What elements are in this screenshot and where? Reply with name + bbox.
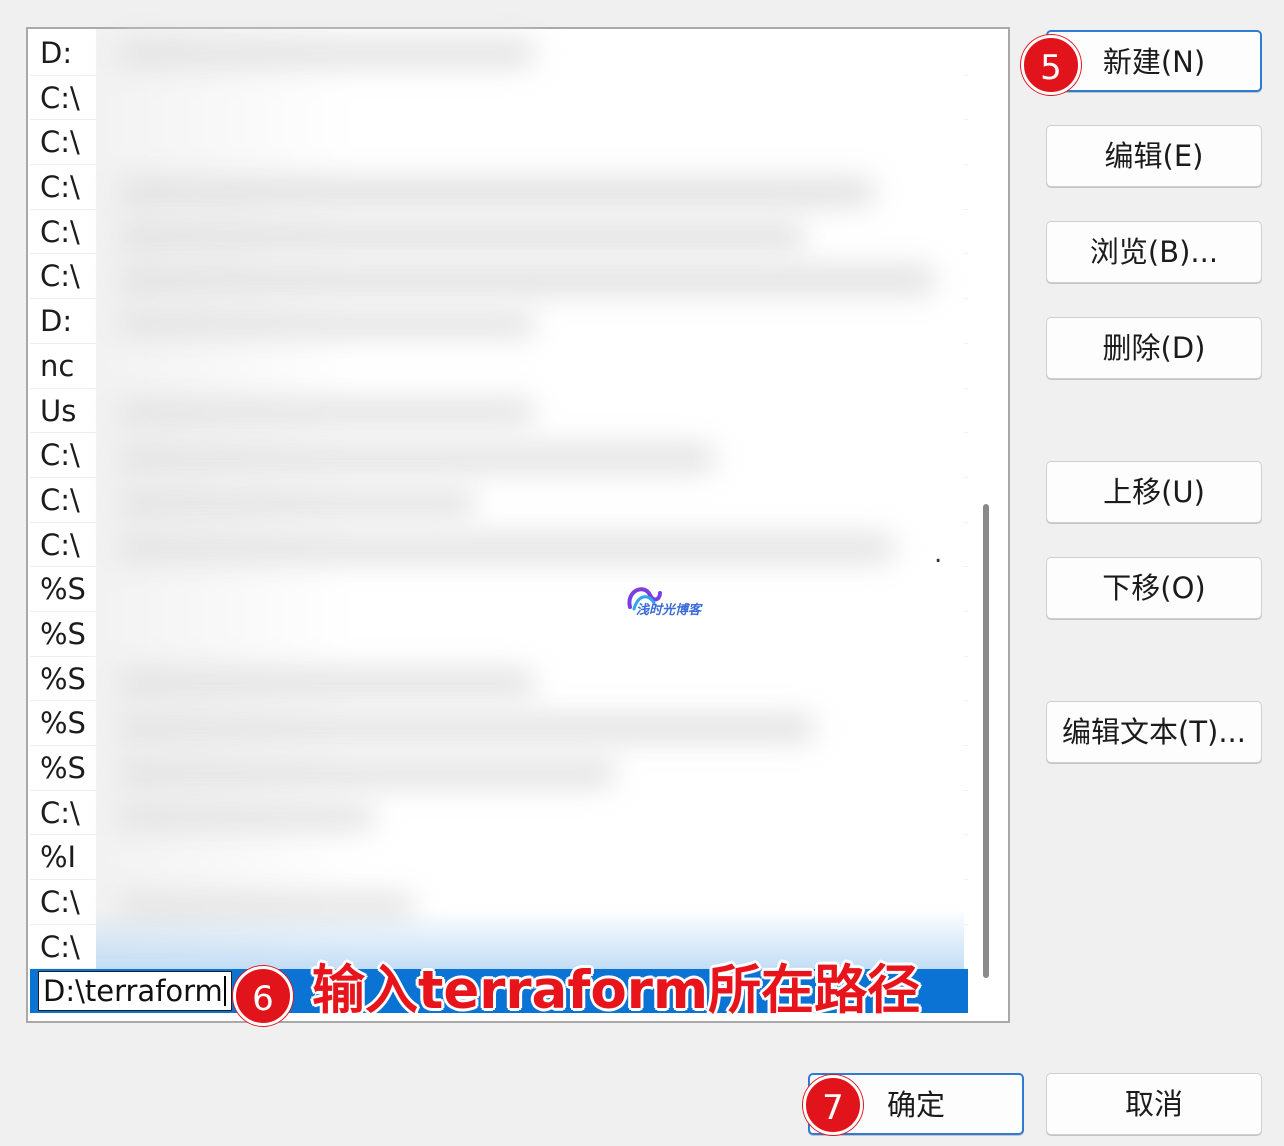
path-row-text: %S: [40, 706, 86, 741]
row-trailing-mark: .: [934, 539, 943, 569]
path-row-text: D:: [40, 304, 73, 339]
edit-button[interactable]: 编辑(E): [1046, 125, 1262, 187]
path-row-text: %S: [40, 751, 86, 785]
scrollbar-thumb[interactable]: [983, 504, 989, 978]
path-row-text: C:\: [40, 125, 80, 160]
path-row-text: %I: [40, 840, 77, 875]
step-5-badge: 5: [1021, 35, 1081, 95]
edit-text-button[interactable]: 编辑文本(T)...: [1046, 701, 1262, 763]
path-row-text: C:\: [40, 527, 80, 562]
path-row-text: C:\: [40, 482, 80, 517]
path-row-text: D:: [40, 36, 73, 70]
edit-environment-variable-dialog: D: C:\ C:\ C:\ C:\ C:\ D: nc Us C:\ C:\ C:\ %S %S %S %S…: [0, 0, 1284, 1146]
step-7-badge: 7: [803, 1075, 863, 1135]
step-6-badge: 6: [233, 966, 293, 1026]
path-row-text: %S: [40, 616, 86, 651]
watermark-logo: 浅时光博客: [624, 581, 716, 623]
path-row-text: C:\: [40, 259, 80, 294]
text-caret: [223, 976, 226, 1006]
browse-button[interactable]: 浏览(B)...: [1046, 221, 1262, 283]
path-row-text: C:\: [40, 885, 80, 920]
path-row-text: nc: [40, 348, 75, 383]
path-row-text: C:\: [40, 795, 80, 830]
move-up-button[interactable]: 上移(U): [1046, 461, 1262, 523]
path-edit-field[interactable]: D:\terraform: [38, 971, 232, 1011]
path-row-text: C:\: [40, 214, 80, 249]
path-row-text: C:\: [40, 80, 80, 115]
ok-button-label: 确定: [886, 1088, 945, 1122]
move-down-button[interactable]: 下移(O): [1046, 557, 1262, 619]
path-row-text: Us: [40, 393, 77, 428]
blurred-redaction: [96, 29, 964, 959]
path-list[interactable]: D: C:\ C:\ C:\ C:\ C:\ D: nc Us C:\ C:\ C:\ %S %S %S %S…: [26, 27, 1010, 1023]
delete-button[interactable]: 删除(D): [1046, 317, 1262, 379]
cancel-button[interactable]: 取消: [1046, 1073, 1262, 1135]
path-row-text: %S: [40, 661, 86, 696]
path-edit-value: D:\terraform: [43, 974, 223, 1008]
path-row-text: C:\: [40, 170, 80, 205]
path-row-text: C:\: [40, 929, 80, 964]
step-6-instruction: 输入terraform所在路径: [312, 960, 921, 1021]
path-row-text: C:\: [40, 438, 80, 473]
path-row-text: %S: [40, 572, 86, 607]
watermark-text: 浅时光博客: [636, 603, 702, 618]
